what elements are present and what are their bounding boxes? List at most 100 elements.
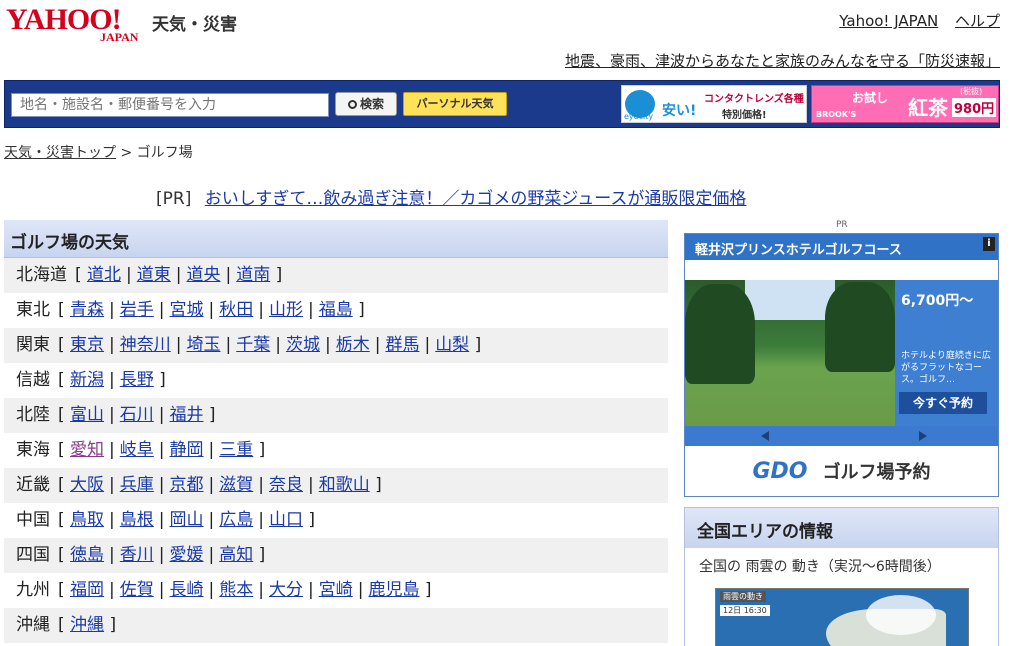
prefecture-link[interactable]: 大分 [269,580,303,600]
breadcrumb-current: ゴルフ場 [136,145,193,161]
prefecture-link[interactable]: 宮城 [170,300,204,320]
bracket-close: ] [270,265,283,285]
prefecture-link[interactable]: 岐阜 [120,440,154,460]
prefecture-link[interactable]: 山梨 [435,335,469,355]
prefecture-link[interactable]: 香川 [120,545,154,565]
contact-lens-ad-banner[interactable]: eyecity 安い! コンタクトレンズ各種 特別価格! [621,85,807,123]
region-row: 四国[ 徳島 | 香川 | 愛媛 | 高知 ] [4,538,668,573]
bracket-open: [ [58,370,71,390]
separator: | [158,300,165,320]
prefecture-link[interactable]: 山口 [269,510,303,530]
prefecture-link[interactable]: 沖縄 [70,615,104,635]
golf-course-weather-table: ゴルフ場の天気 北海道[ 道北 | 道東 | 道央 | 道南 ] 東北[ 青森 | 岩手 | 宮城 | 秋… [4,220,668,643]
pr-ad-link[interactable]: おいしすぎて…飲み過ぎ注意！／カゴメの野菜ジュースが通販限定価格 [205,189,747,209]
reserve-now-button[interactable]: 今すぐ予約 [899,392,987,414]
prefecture-link[interactable]: 神奈川 [120,335,171,355]
prefecture-link[interactable]: 大阪 [70,475,104,495]
prefecture-link[interactable]: 和歌山 [319,475,370,495]
prefecture-link[interactable]: 道北 [87,265,121,285]
separator: | [357,580,364,600]
prefecture-link[interactable]: 道東 [137,265,171,285]
separator: | [158,580,165,600]
golf-table-title: ゴルフ場の天気 [4,220,668,258]
region-name: 関東 [16,335,50,355]
separator: | [109,300,115,320]
prefecture-link[interactable]: 奈良 [269,475,303,495]
golf-course-ad[interactable]: 軽井沢プリンスホテルゴルフコース i 6,700円～ ホテルより庭続きに広がるフ… [684,233,999,497]
breadcrumb-home-link[interactable]: 天気・災害トップ [4,145,116,161]
bracket-close: ] [369,475,382,495]
yahoo-japan-link[interactable]: Yahoo! JAPAN [839,12,938,30]
golf-ad-title-bar: 軽井沢プリンスホテルゴルフコース i [685,234,998,260]
prefecture-link[interactable]: 愛媛 [170,545,204,565]
region-row: 中国[ 鳥取 | 島根 | 岡山 | 広島 | 山口 ] [4,503,668,538]
prefecture-link[interactable]: 静岡 [170,440,204,460]
prefecture-link[interactable]: 滋賀 [219,475,253,495]
prefecture-link[interactable]: 道南 [236,265,270,285]
site-name[interactable]: 天気・災害 [152,10,237,35]
search-input[interactable] [11,93,329,117]
bracket-close: ] [253,440,266,460]
prefecture-link[interactable]: 宮崎 [319,580,353,600]
prefecture-link[interactable]: 青森 [70,300,104,320]
prefecture-link[interactable]: 京都 [170,475,204,495]
separator: | [158,510,165,530]
prefecture-link[interactable]: 佐賀 [120,580,154,600]
golf-ad-footer: GDO ゴルフ場予約 [685,448,998,496]
prefecture-link[interactable]: 熊本 [219,580,253,600]
prefecture-link[interactable]: 秋田 [219,300,253,320]
prefecture-link[interactable]: 福井 [170,405,204,425]
help-link[interactable]: ヘルプ [955,12,1000,30]
bracket-open: [ [58,335,71,355]
bracket-open: [ [75,265,88,285]
prefecture-link[interactable]: 福島 [319,300,353,320]
yahoo-japan-logo[interactable]: YAHOO! JAPAN [6,4,138,45]
separator: | [175,265,182,285]
bracket-open: [ [58,440,71,460]
separator: | [158,545,165,565]
separator: | [258,475,264,495]
ad1-brand: eyecity [624,112,654,121]
bracket-close: ] [153,370,166,390]
prefecture-link[interactable]: 東京 [70,335,104,355]
prefecture-link[interactable]: 岩手 [120,300,154,320]
ad-info-icon[interactable]: i [983,237,995,251]
next-arrow-icon[interactable] [919,431,927,441]
separator: | [109,475,115,495]
prefecture-link[interactable]: 栃木 [336,335,370,355]
separator: | [158,475,165,495]
prefecture-link[interactable]: 千葉 [236,335,270,355]
prefecture-link[interactable]: 新潟 [70,370,104,390]
prev-arrow-icon[interactable] [761,431,769,441]
area-info-title: 全国エリアの情報 [685,508,998,548]
prefecture-link[interactable]: 茨城 [286,335,320,355]
golf-ad-title: 軽井沢プリンスホテルゴルフコース [695,243,902,258]
disaster-alert-link[interactable]: 地震、豪雨、津波からあなたと家族のみんなを守る「防災速報」 [565,50,1000,71]
prefecture-link[interactable]: 徳島 [70,545,104,565]
rain-radar-map[interactable]: 雨雲の動き 12日 16:30 [715,588,969,646]
prefecture-link[interactable]: 兵庫 [120,475,154,495]
prefecture-link[interactable]: 三重 [219,440,253,460]
tea-ad-banner[interactable]: BROOK'S お試し 紅茶 (税抜) 980円 [811,85,999,123]
prefecture-link[interactable]: 長野 [120,370,154,390]
prefecture-link[interactable]: 鹿児島 [368,580,419,600]
prefecture-link[interactable]: 道央 [187,265,221,285]
personal-weather-button[interactable]: パーソナル天気 [403,92,507,116]
prefecture-link[interactable]: 福岡 [70,580,104,600]
prefecture-link[interactable]: 長崎 [170,580,204,600]
prefecture-link[interactable]: 島根 [120,510,154,530]
prefecture-link[interactable]: 山形 [269,300,303,320]
prefecture-link[interactable]: 群馬 [385,335,419,355]
prefecture-link[interactable]: 岡山 [170,510,204,530]
pr-label: [PR] [156,189,192,209]
search-button[interactable]: 検索 [335,92,397,116]
prefecture-link[interactable]: 埼玉 [187,335,221,355]
prefecture-link[interactable]: 高知 [219,545,253,565]
prefecture-link[interactable]: 広島 [219,510,253,530]
bracket-open: [ [58,300,71,320]
prefecture-link[interactable]: 富山 [70,405,104,425]
prefecture-link[interactable]: 愛知 [70,440,104,460]
prefecture-link[interactable]: 石川 [120,405,154,425]
rain-cloud-subtitle[interactable]: 全国の 雨雲の 動き（実況～6時間後） [685,548,998,584]
prefecture-link[interactable]: 鳥取 [70,510,104,530]
